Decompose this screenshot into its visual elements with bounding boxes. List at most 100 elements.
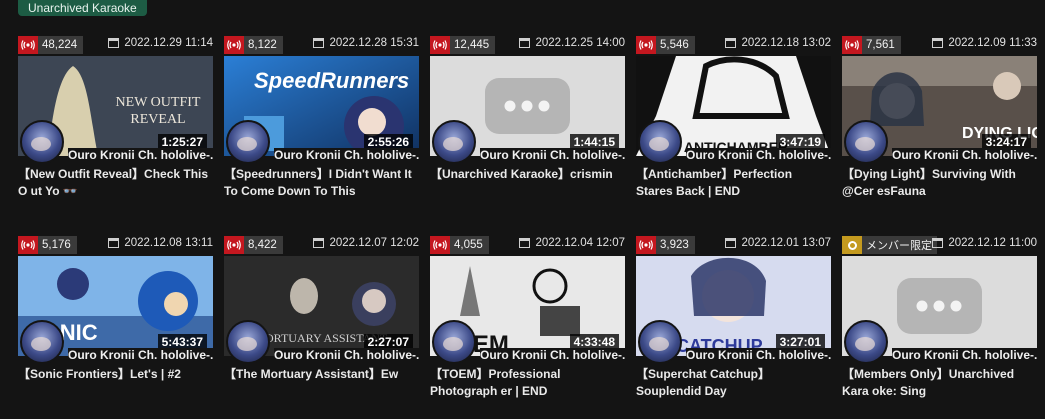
date-text: 2022.12.18 13:02: [741, 37, 831, 49]
video-title[interactable]: 【Members Only】Unarchived Kara oke: Sing: [842, 366, 1037, 400]
video-title[interactable]: 【TOEM】Professional Photograph er | END: [430, 366, 625, 400]
date-text: 2022.12.08 13:11: [124, 237, 213, 249]
members-icon: [842, 236, 862, 254]
video-title[interactable]: 【Unarchived Karaoke】crismin: [430, 166, 625, 183]
date-text: 2022.12.12 11:00: [948, 237, 1037, 249]
date-text: 2022.12.07 12:02: [329, 237, 419, 249]
calendar-icon: [932, 38, 944, 48]
viewer-count-badge: 8,122: [224, 36, 283, 54]
video-card[interactable]: 5,176 2022.12.08 13:11 SONIC 5:43:37 Our…: [18, 236, 213, 381]
video-card[interactable]: メンバー限定 2022.12.12 11:00 Ouro Kronii Ch. …: [842, 236, 1037, 398]
svg-text:REVEAL: REVEAL: [130, 112, 185, 127]
card-meta: 3,923 2022.12.01 13:07: [636, 236, 831, 254]
video-title[interactable]: 【Sonic Frontiers】Let's | #2: [18, 366, 213, 383]
viewer-count: 5,546: [660, 39, 689, 51]
viewer-count-badge: 5,546: [636, 36, 695, 54]
video-title[interactable]: 【New Outfit Reveal】Check This O ut Yo 👓: [18, 166, 213, 200]
calendar-icon: [108, 238, 120, 248]
video-title[interactable]: 【Speedrunners】I Didn't Want It To Come D…: [224, 166, 419, 200]
channel-avatar[interactable]: [638, 120, 682, 164]
channel-avatar[interactable]: [432, 320, 476, 364]
stream-date: 2022.12.08 13:11: [108, 237, 213, 249]
viewer-count-badge: 4,055: [430, 236, 489, 254]
video-card[interactable]: 5,546 2022.12.18 13:02 ANTICHAMBER 3:47:…: [636, 36, 831, 198]
card-meta: 5,176 2022.12.08 13:11: [18, 236, 213, 254]
date-text: 2022.12.04 12:07: [535, 237, 625, 249]
channel-name[interactable]: Ouro Kronii Ch. hololive-...: [480, 348, 625, 362]
calendar-icon: [313, 238, 325, 248]
channel-name[interactable]: Ouro Kronii Ch. hololive-...: [274, 148, 419, 162]
date-text: 2022.12.01 13:07: [741, 237, 831, 249]
channel-avatar[interactable]: [844, 120, 888, 164]
video-card[interactable]: 8,422 2022.12.07 12:02 THE MORTUARY ASSI…: [224, 236, 419, 381]
card-meta: 7,561 2022.12.09 11:33: [842, 36, 1037, 54]
channel-name[interactable]: Ouro Kronii Ch. hololive-...: [892, 348, 1037, 362]
viewer-count: 12,445: [454, 39, 490, 51]
broadcast-icon: [430, 236, 450, 254]
card-meta: 5,546 2022.12.18 13:02: [636, 36, 831, 54]
channel-name[interactable]: Ouro Kronii Ch. hololive-...: [480, 148, 625, 162]
card-meta: 8,122 2022.12.28 15:31: [224, 36, 419, 54]
channel-avatar[interactable]: [226, 120, 270, 164]
viewer-count-badge: 12,445: [430, 36, 496, 54]
section-tag: Unarchived Karaoke: [18, 0, 147, 16]
date-text: 2022.12.25 14:00: [535, 37, 625, 49]
stream-date: 2022.12.25 14:00: [519, 37, 625, 49]
viewer-count: 3,923: [660, 239, 689, 251]
svg-text:SpeedRunners: SpeedRunners: [254, 68, 409, 93]
viewer-count: 7,561: [866, 39, 895, 51]
broadcast-icon: [636, 236, 656, 254]
broadcast-icon: [842, 36, 862, 54]
channel-avatar[interactable]: [432, 120, 476, 164]
calendar-icon: [313, 38, 325, 48]
channel-name[interactable]: Ouro Kronii Ch. hololive-...: [686, 148, 831, 162]
channel-name[interactable]: Ouro Kronii Ch. hololive-...: [68, 348, 213, 362]
card-meta: 12,445 2022.12.25 14:00: [430, 36, 625, 54]
video-card[interactable]: 48,224 2022.12.29 11:14 NEW OUTFIT REVEA…: [18, 36, 213, 198]
video-title[interactable]: 【Antichamber】Perfection Stares Back | EN…: [636, 166, 831, 200]
card-meta: 8,422 2022.12.07 12:02: [224, 236, 419, 254]
channel-name[interactable]: Ouro Kronii Ch. hololive-...: [68, 148, 213, 162]
viewer-count: 48,224: [42, 39, 78, 51]
channel-avatar[interactable]: [20, 120, 64, 164]
calendar-icon: [519, 38, 531, 48]
stream-date: 2022.12.12 11:00: [932, 237, 1037, 249]
viewer-count: 4,055: [454, 239, 483, 251]
channel-name[interactable]: Ouro Kronii Ch. hololive-...: [686, 348, 831, 362]
viewer-count-badge: 5,176: [18, 236, 77, 254]
video-card[interactable]: 7,561 2022.12.09 11:33 DYING LIGHT 3:24:…: [842, 36, 1037, 198]
video-card[interactable]: 8,122 2022.12.28 15:31 SpeedRunners 2:55…: [224, 36, 419, 198]
calendar-icon: [519, 238, 531, 248]
viewer-count-badge: 8,422: [224, 236, 283, 254]
channel-name[interactable]: Ouro Kronii Ch. hololive-...: [274, 348, 419, 362]
video-title[interactable]: 【Superchat Catchup】Souplendid Day: [636, 366, 831, 400]
broadcast-icon: [18, 36, 38, 54]
channel-avatar[interactable]: [638, 320, 682, 364]
calendar-icon: [725, 38, 737, 48]
viewer-count: 5,176: [42, 239, 71, 251]
stream-date: 2022.12.28 15:31: [313, 37, 419, 49]
stream-date: 2022.12.09 11:33: [932, 37, 1037, 49]
calendar-icon: [725, 238, 737, 248]
members-label: メンバー限定: [866, 240, 932, 252]
broadcast-icon: [224, 36, 244, 54]
stream-date: 2022.12.04 12:07: [519, 237, 625, 249]
date-text: 2022.12.28 15:31: [329, 37, 419, 49]
svg-text:NEW OUTFIT: NEW OUTFIT: [116, 95, 201, 110]
video-title[interactable]: 【The Mortuary Assistant】Ew: [224, 366, 419, 383]
channel-avatar[interactable]: [226, 320, 270, 364]
broadcast-icon: [224, 236, 244, 254]
video-card[interactable]: 12,445 2022.12.25 14:00 1:44:15 Ouro Kro…: [430, 36, 625, 181]
video-card[interactable]: 3,923 2022.12.01 13:07 CATCHUP 3:27:01 O…: [636, 236, 831, 398]
calendar-icon: [932, 238, 944, 248]
channel-avatar[interactable]: [20, 320, 64, 364]
members-only-badge: メンバー限定: [842, 236, 937, 254]
stream-date: 2022.12.29 11:14: [108, 37, 213, 49]
video-card[interactable]: 4,055 2022.12.04 12:07 TOEM 4:33:48 Ouro…: [430, 236, 625, 398]
stream-date: 2022.12.07 12:02: [313, 237, 419, 249]
card-meta: 4,055 2022.12.04 12:07: [430, 236, 625, 254]
broadcast-icon: [18, 236, 38, 254]
video-title[interactable]: 【Dying Light】Surviving With @Cer esFauna: [842, 166, 1037, 200]
channel-avatar[interactable]: [844, 320, 888, 364]
channel-name[interactable]: Ouro Kronii Ch. hololive-...: [892, 148, 1037, 162]
